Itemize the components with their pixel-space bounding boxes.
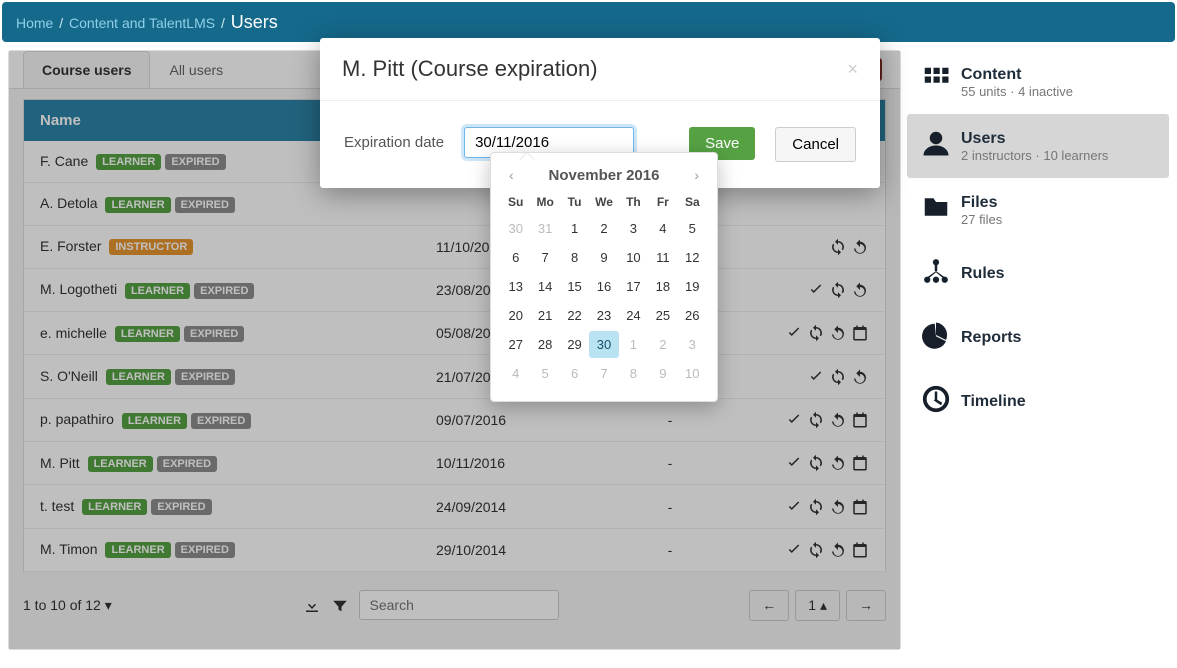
cal-day[interactable]: 30	[501, 215, 530, 242]
cal-day[interactable]: 23	[589, 302, 618, 329]
cal-day[interactable]: 13	[501, 273, 530, 300]
cal-day[interactable]: 25	[648, 302, 677, 329]
cal-day[interactable]: 3	[619, 215, 648, 242]
cal-day[interactable]: 7	[530, 244, 559, 271]
cal-day[interactable]: 9	[589, 244, 618, 271]
crumb-current: Users	[231, 12, 278, 32]
cal-month-title: November 2016	[549, 167, 660, 184]
cal-day[interactable]: 6	[501, 244, 530, 271]
cal-day[interactable]: 26	[678, 302, 707, 329]
cal-day[interactable]: 1	[619, 331, 648, 358]
user-icon	[921, 128, 961, 164]
cal-day[interactable]: 31	[530, 215, 559, 242]
sidebar-item-files[interactable]: Files 27 files	[907, 178, 1169, 242]
cal-day[interactable]: 2	[589, 215, 618, 242]
sidebar-item-title: Reports	[961, 329, 1021, 347]
slash: /	[59, 15, 63, 31]
modal-title: M. Pitt (Course expiration)	[342, 56, 598, 82]
cal-day[interactable]: 16	[589, 273, 618, 300]
sidebar-item-sub: 2 instructors · 10 learners	[961, 148, 1108, 163]
cal-dow: Mo	[530, 191, 559, 213]
cal-dow: Su	[501, 191, 530, 213]
cal-day[interactable]: 18	[648, 273, 677, 300]
folder-icon	[921, 192, 961, 228]
cal-day[interactable]: 4	[501, 360, 530, 387]
sidebar-item-timeline[interactable]: Timeline	[907, 370, 1169, 434]
cal-day[interactable]: 28	[530, 331, 559, 358]
cal-day[interactable]: 27	[501, 331, 530, 358]
tree-icon	[921, 256, 961, 292]
cal-day[interactable]: 20	[501, 302, 530, 329]
cal-day[interactable]: 12	[678, 244, 707, 271]
sidebar-item-rules[interactable]: Rules	[907, 242, 1169, 306]
sidebar: Content 55 units · 4 inactive Users 2 in…	[907, 50, 1169, 650]
cal-prev-icon[interactable]: ‹	[503, 165, 520, 185]
crumb-section[interactable]: Content and TalentLMS	[69, 15, 215, 31]
cancel-button[interactable]: Cancel	[775, 127, 856, 162]
pie-icon	[921, 320, 961, 356]
cal-day[interactable]: 21	[530, 302, 559, 329]
sidebar-item-title: Content	[961, 66, 1073, 84]
cal-day[interactable]: 1	[560, 215, 589, 242]
sidebar-item-sub: 55 units · 4 inactive	[961, 84, 1073, 99]
cal-day[interactable]: 11	[648, 244, 677, 271]
cal-day[interactable]: 3	[678, 331, 707, 358]
cal-dow: We	[589, 191, 618, 213]
cal-day[interactable]: 6	[560, 360, 589, 387]
cal-dow: Sa	[678, 191, 707, 213]
cal-day[interactable]: 24	[619, 302, 648, 329]
clock-icon	[921, 384, 961, 420]
grid-icon	[921, 64, 961, 100]
cal-day[interactable]: 10	[678, 360, 707, 387]
slash: /	[221, 15, 225, 31]
cal-next-icon[interactable]: ›	[688, 165, 705, 185]
cal-day[interactable]: 14	[530, 273, 559, 300]
cal-day[interactable]: 10	[619, 244, 648, 271]
cal-day[interactable]: 5	[530, 360, 559, 387]
cal-dow: Th	[619, 191, 648, 213]
cal-day[interactable]: 29	[560, 331, 589, 358]
cal-day[interactable]: 7	[589, 360, 618, 387]
cal-day[interactable]: 4	[648, 215, 677, 242]
cal-dow: Tu	[560, 191, 589, 213]
breadcrumb: Home / Content and TalentLMS / Users	[2, 2, 1175, 42]
sidebar-item-content[interactable]: Content 55 units · 4 inactive	[907, 50, 1169, 114]
cal-day[interactable]: 30	[589, 331, 618, 358]
date-picker[interactable]: ‹ November 2016 › SuMoTuWeThFrSa30311234…	[490, 152, 718, 402]
close-icon[interactable]: ×	[847, 59, 858, 80]
cal-day[interactable]: 19	[678, 273, 707, 300]
cal-day[interactable]: 15	[560, 273, 589, 300]
cal-day[interactable]: 9	[648, 360, 677, 387]
cal-day[interactable]: 8	[619, 360, 648, 387]
sidebar-item-title: Users	[961, 130, 1108, 148]
crumb-home[interactable]: Home	[16, 15, 53, 31]
sidebar-item-reports[interactable]: Reports	[907, 306, 1169, 370]
cal-day[interactable]: 8	[560, 244, 589, 271]
cal-day[interactable]: 5	[678, 215, 707, 242]
sidebar-item-users[interactable]: Users 2 instructors · 10 learners	[907, 114, 1169, 178]
expiration-label: Expiration date	[344, 134, 444, 151]
cal-day[interactable]: 22	[560, 302, 589, 329]
sidebar-item-title: Rules	[961, 265, 1005, 283]
cal-day[interactable]: 17	[619, 273, 648, 300]
sidebar-item-title: Timeline	[961, 393, 1026, 411]
cal-dow: Fr	[648, 191, 677, 213]
cal-day[interactable]: 2	[648, 331, 677, 358]
sidebar-item-title: Files	[961, 194, 1002, 212]
sidebar-item-sub: 27 files	[961, 212, 1002, 227]
